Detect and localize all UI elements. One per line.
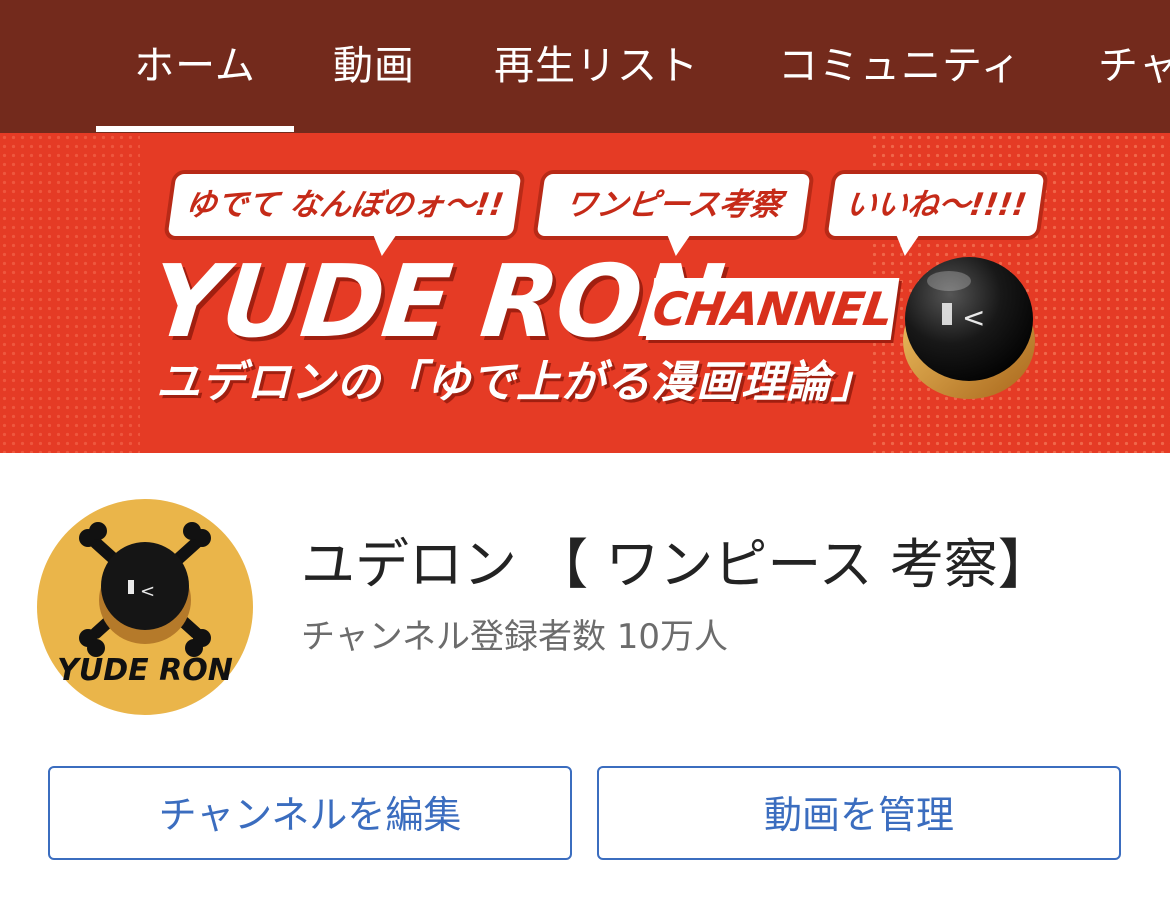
edit-channel-button[interactable]: チャンネルを編集 bbox=[48, 766, 572, 860]
active-tab-indicator bbox=[96, 126, 294, 132]
avatar-logo-text: YUDE RON bbox=[57, 653, 233, 688]
channel-banner: ゆでて なんぼのォ〜!! ワンピース考察 いいね〜!!!! YUDE RON C… bbox=[0, 133, 1170, 453]
banner-channel-text: CHANNEL bbox=[649, 282, 896, 336]
channel-page: ホーム 動画 再生リスト コミュニティ チャ ゆでて なんぼのォ〜!! ワンピー… bbox=[0, 0, 1170, 897]
tab-playlists[interactable]: 再生リスト bbox=[494, 0, 699, 133]
banner-logo-text: YUDE RON bbox=[145, 243, 728, 360]
svg-text:<: < bbox=[962, 301, 985, 334]
tab-videos[interactable]: 動画 bbox=[333, 0, 415, 133]
banner-speech-bubble: いいね〜!!!! bbox=[827, 174, 1045, 256]
banner-speech-bubble: ゆでて なんぼのォ〜!! bbox=[167, 174, 522, 256]
svg-text:<: < bbox=[140, 581, 155, 602]
banner-channel-label: CHANNEL bbox=[645, 278, 900, 340]
manage-videos-button[interactable]: 動画を管理 bbox=[597, 766, 1121, 860]
subscriber-count: チャンネル登録者数 10万人 bbox=[301, 617, 729, 657]
banner-subtitle: ユデロンの「ゆで上がる漫画理論」 bbox=[156, 357, 876, 408]
tab-home[interactable]: ホーム bbox=[96, 0, 294, 133]
banner-bubble-text: ワンピース考察 bbox=[563, 187, 784, 223]
tab-community[interactable]: コミュニティ bbox=[778, 0, 1022, 133]
channel-name: ユデロン 【 ワンピース 考察】 bbox=[301, 533, 1052, 596]
banner-bubble-text: ゆでて なんぼのォ〜!! bbox=[182, 187, 507, 223]
banner-bubble-text: いいね〜!!!! bbox=[843, 187, 1029, 223]
helmet-mascot-icon: < bbox=[894, 241, 1044, 411]
tab-channels[interactable]: チャ bbox=[1098, 0, 1170, 133]
channel-avatar[interactable]: < YUDE RON bbox=[36, 498, 254, 716]
banner-speech-bubble: ワンピース考察 bbox=[536, 174, 811, 256]
banner-halftone-pattern-left bbox=[0, 133, 140, 453]
channel-tab-bar: ホーム 動画 再生リスト コミュニティ チャ bbox=[0, 0, 1170, 133]
